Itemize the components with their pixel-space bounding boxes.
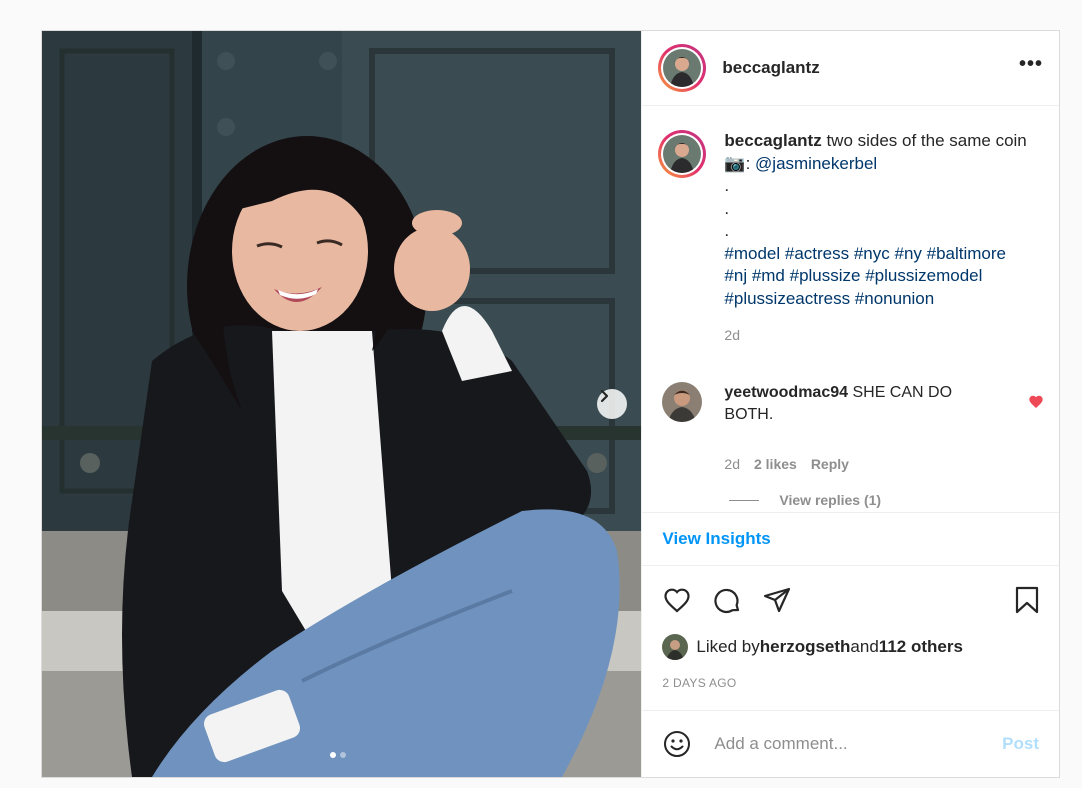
more-options-icon[interactable]: •••: [1019, 53, 1043, 84]
hashtags-line[interactable]: #nj #md #plussize #plussizemodel: [724, 266, 982, 285]
post-photo[interactable]: [42, 31, 642, 777]
liker-avatar[interactable]: [662, 634, 689, 660]
liked-by-others[interactable]: 112 others: [879, 637, 963, 657]
caption-dot: .: [724, 221, 730, 240]
carousel-dot: [340, 752, 346, 758]
hashtags-line[interactable]: #plussizeactress #nonunion: [724, 289, 934, 308]
heart-icon[interactable]: [662, 586, 692, 614]
author-avatar[interactable]: [658, 44, 707, 92]
avatar-image: [663, 49, 702, 87]
post-card: beccaglantz ••• beccaglantz two sides of…: [41, 30, 1060, 778]
smiley-icon[interactable]: [662, 729, 692, 759]
liked-by-middle: and: [850, 637, 879, 656]
insights-bar: View Insights: [642, 512, 1059, 566]
caption-username[interactable]: beccaglantz: [724, 131, 821, 150]
caption: beccaglantz two sides of the same coin 📷…: [658, 130, 1044, 347]
caption-age[interactable]: 2d: [724, 324, 1044, 347]
hashtags-line[interactable]: #model #actress #nyc #ny #baltimore: [724, 244, 1006, 263]
liked-by-user[interactable]: herzogseth: [760, 637, 851, 657]
reply-button[interactable]: Reply: [811, 453, 849, 475]
caption-text: beccaglantz two sides of the same coin 📷…: [724, 130, 1044, 347]
caption-dot: .: [724, 176, 730, 195]
avatar-image: [663, 135, 702, 173]
caption-avatar[interactable]: [658, 130, 707, 178]
view-replies-button[interactable]: View replies (1): [729, 492, 881, 508]
credit-separator: :: [745, 153, 756, 173]
post-sidebar: beccaglantz ••• beccaglantz two sides of…: [641, 31, 1059, 777]
liked-heart-icon[interactable]: [1028, 394, 1044, 410]
comment-item: yeetwoodmac94 SHE CAN DO BOTH. 2d 2 like…: [662, 382, 1044, 475]
commenter-avatar[interactable]: [662, 382, 703, 422]
camera-emoji: 📷: [724, 153, 746, 173]
comment-likes[interactable]: 2 likes: [754, 453, 797, 475]
comment-body: yeetwoodmac94 SHE CAN DO BOTH. 2d 2 like…: [724, 382, 1004, 475]
caption-body: two sides of the same coin: [821, 131, 1027, 150]
carousel-dot-active: [330, 752, 336, 758]
post-header: beccaglantz •••: [642, 31, 1059, 106]
next-slide-button[interactable]: [597, 389, 627, 419]
mention-link[interactable]: @jasminekerbel: [755, 154, 877, 173]
replies-divider: [729, 499, 760, 501]
view-replies-label: View replies (1): [779, 492, 882, 508]
liked-by-prefix: Liked by: [696, 637, 760, 656]
commenter-username[interactable]: yeetwoodmac94: [724, 384, 848, 401]
chevron-right-icon: [600, 389, 609, 403]
comment-age[interactable]: 2d: [724, 453, 740, 475]
photo-illustration: [42, 31, 642, 777]
liked-by: Liked by herzogseth and 112 others: [662, 634, 963, 660]
comment-bubble-icon[interactable]: [712, 586, 742, 616]
caption-dot: .: [724, 198, 730, 218]
avatar-image: [662, 634, 689, 660]
action-bar: Liked by herzogseth and 112 others 2 DAY…: [642, 566, 1059, 711]
bookmark-icon[interactable]: [1014, 585, 1040, 615]
paper-plane-icon[interactable]: [762, 585, 792, 615]
view-insights-link[interactable]: View Insights: [662, 529, 770, 549]
post-timestamp[interactable]: 2 DAYS AGO: [662, 676, 736, 690]
post-comment-button[interactable]: Post: [1002, 734, 1039, 754]
comment-meta: 2d 2 likes Reply: [724, 453, 1004, 475]
carousel-indicator: [330, 752, 346, 758]
add-comment-bar: Post: [642, 711, 1059, 777]
avatar-image: [662, 382, 703, 422]
comments-section: beccaglantz two sides of the same coin 📷…: [642, 106, 1059, 512]
add-comment-input[interactable]: [712, 733, 1003, 755]
author-username[interactable]: beccaglantz: [722, 58, 819, 78]
